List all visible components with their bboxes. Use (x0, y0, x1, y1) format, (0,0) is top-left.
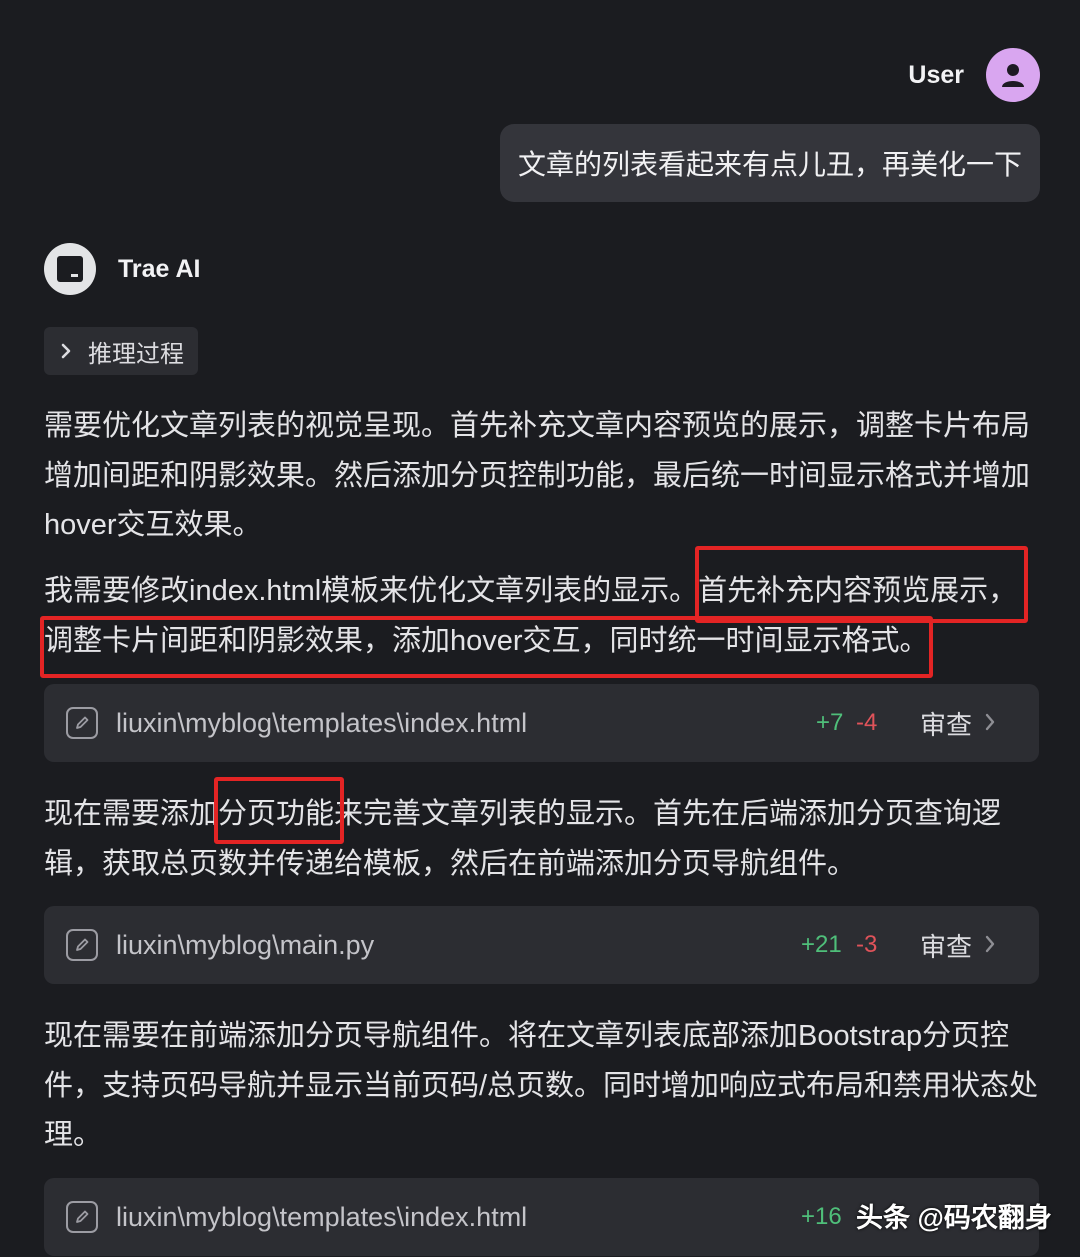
deletions-count: -3 (856, 931, 878, 958)
watermark: 头条 @码农翻身 (856, 1203, 1052, 1233)
user-header: User (908, 48, 1040, 102)
chevron-right-icon (61, 343, 71, 359)
file-path: liuxin\myblog\templates\index.html (116, 707, 528, 738)
review-button[interactable]: 审查 (920, 705, 972, 742)
highlight-box (214, 777, 344, 844)
file-path: liuxin\myblog\templates\index.html (116, 1201, 528, 1232)
paragraph-line: 辑，获取总页数并传递给模板，然后在前端添加分页导航组件。 (44, 847, 857, 880)
user-message-text: 文章的列表看起来有点儿丑，再美化一下 (517, 149, 1022, 180)
deletions-count: -4 (856, 709, 878, 736)
user-avatar (986, 48, 1040, 102)
paragraph-line: 需要优化文章列表的视觉呈现。首先补充文章内容预览的展示，调整卡片布局 (44, 410, 1031, 442)
paragraph-line: 现在需要添加分页功能来完善文章列表的显示。首先在后端添加分页查询逻 (44, 798, 1002, 830)
review-button[interactable]: 审查 (920, 927, 972, 964)
trae-logo-icon (57, 256, 83, 282)
chevron-right-icon (985, 935, 995, 953)
additions-count: +21 (801, 931, 842, 958)
assistant-paragraph: 现在需要在前端添加分页导航组件。将在文章列表底部添加Bootstrap分页控 件… (44, 1012, 1044, 1161)
highlight-box (695, 546, 1028, 623)
paragraph-line: 增加间距和阴影效果。然后添加分页控制功能，最后统一时间显示格式并增加 (44, 459, 1031, 492)
additions-count: +7 (816, 709, 844, 736)
paragraph-line: 理。 (44, 1119, 103, 1151)
edit-file-icon (66, 929, 98, 961)
assistant-header: Trae AI (44, 243, 200, 295)
paragraph-line: 现在需要在前端添加分页导航组件。将在文章列表底部添加Bootstrap分页控 (44, 1020, 1010, 1052)
person-icon (1002, 64, 1024, 87)
assistant-paragraph: 现在需要添加分页功能来完善文章列表的显示。首先在后端添加分页查询逻 辑，获取总页… (44, 790, 1044, 889)
additions-count: +16 (801, 1203, 842, 1230)
edit-file-icon (66, 1201, 98, 1233)
file-change-card[interactable]: liuxin\myblog\main.py +21 -3 审查 (44, 906, 1039, 984)
paragraph-line: 件，支持页码导航并显示当前页码/总页数。同时增加响应式布局和禁用状态处 (44, 1069, 1039, 1102)
reasoning-label: 推理过程 (88, 340, 184, 368)
user-name: User (908, 60, 964, 89)
highlight-box (40, 616, 933, 678)
file-path: liuxin\myblog\main.py (116, 929, 375, 960)
reasoning-toggle[interactable]: 推理过程 (44, 327, 198, 375)
assistant-avatar (44, 243, 96, 295)
assistant-name: Trae AI (118, 254, 201, 283)
edit-file-icon (66, 707, 98, 739)
user-message-bubble: 文章的列表看起来有点儿丑，再美化一下 (499, 124, 1040, 202)
paragraph-line: hover交互效果。 (44, 509, 262, 541)
chevron-right-icon (985, 713, 995, 731)
assistant-paragraph: 需要优化文章列表的视觉呈现。首先补充文章内容预览的展示，调整卡片布局 增加间距和… (44, 402, 1044, 551)
file-change-card[interactable]: liuxin\myblog\templates\index.html +7 -4… (44, 684, 1039, 762)
